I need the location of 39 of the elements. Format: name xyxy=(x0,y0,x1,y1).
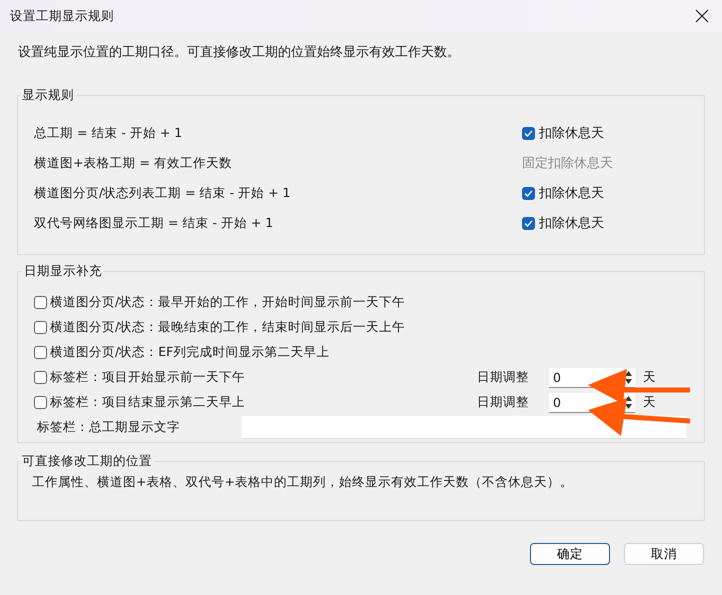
dialog-button[interactable]: 确定 xyxy=(530,543,610,565)
rule-label: 横道图分页/状态列表工期 = 结束 - 开始 + 1 xyxy=(33,184,290,202)
unit-label: 天 xyxy=(643,369,656,386)
checkbox-label[interactable]: 标签栏：项目结束显示第二天早上 xyxy=(50,394,245,411)
rule-label: 横道图+表格工期 = 有效工作天数 xyxy=(33,154,232,172)
down-arrow-icon[interactable] xyxy=(625,404,632,408)
dialog-button[interactable]: 取消 xyxy=(624,543,704,565)
checkbox-label[interactable]: 标签栏：项目开始显示前一天下午 xyxy=(50,369,245,386)
window-title: 设置工期显示规则 xyxy=(10,8,114,24)
field-label: 标签栏：总工期显示文字 xyxy=(36,419,180,436)
checkbox[interactable] xyxy=(522,186,535,200)
up-arrow-icon[interactable] xyxy=(625,370,632,376)
field-label: 日期调整 xyxy=(477,394,530,411)
intro-text: 设置纯显示位置的工期口径。可直接修改工期的位置始终显示有效工作天数。 xyxy=(17,44,461,61)
checkbox[interactable] xyxy=(34,346,47,359)
checkbox-label[interactable]: 扣除休息天 xyxy=(539,124,604,142)
group-title: 日期显示补充 xyxy=(23,263,103,280)
close-icon xyxy=(695,9,709,23)
checkbox[interactable] xyxy=(34,371,47,384)
checkbox-label[interactable]: 横道图分页/状态：最早开始的工作，开始时间显示前一天下午 xyxy=(50,294,406,311)
group-title: 可直接修改工期的位置 xyxy=(21,453,153,470)
rule-label: 总工期 = 结束 - 开始 + 1 xyxy=(33,124,182,142)
checkbox[interactable] xyxy=(522,126,535,140)
checkbox[interactable] xyxy=(522,216,535,230)
checkbox-label[interactable]: 横道图分页/状态：EF列完成时间显示第二天早上 xyxy=(50,344,330,361)
checkbox[interactable] xyxy=(34,396,47,409)
checkbox-label[interactable]: 横道图分页/状态：最晚结束的工作，结束时间显示后一天上午 xyxy=(50,319,406,336)
unit-label: 天 xyxy=(643,394,656,411)
group-title: 显示规则 xyxy=(21,87,75,104)
checkbox-label[interactable]: 扣除休息天 xyxy=(539,184,604,202)
checkbox[interactable] xyxy=(34,296,47,309)
down-arrow-icon[interactable] xyxy=(625,378,632,384)
rule-label: 双代号网络图显示工期 = 结束 - 开始 + 1 xyxy=(33,214,274,232)
field-label: 日期调整 xyxy=(477,369,530,386)
fixed-option-text: 固定扣除休息天 xyxy=(522,155,614,172)
description-text: 工作属性、横道图+表格、双代号+表格中的工期列，始终显示有效工作天数（不含休息天）。 xyxy=(32,473,574,491)
checkbox-label[interactable]: 扣除休息天 xyxy=(539,214,604,232)
text-field[interactable] xyxy=(242,416,686,439)
checkbox[interactable] xyxy=(34,321,47,334)
